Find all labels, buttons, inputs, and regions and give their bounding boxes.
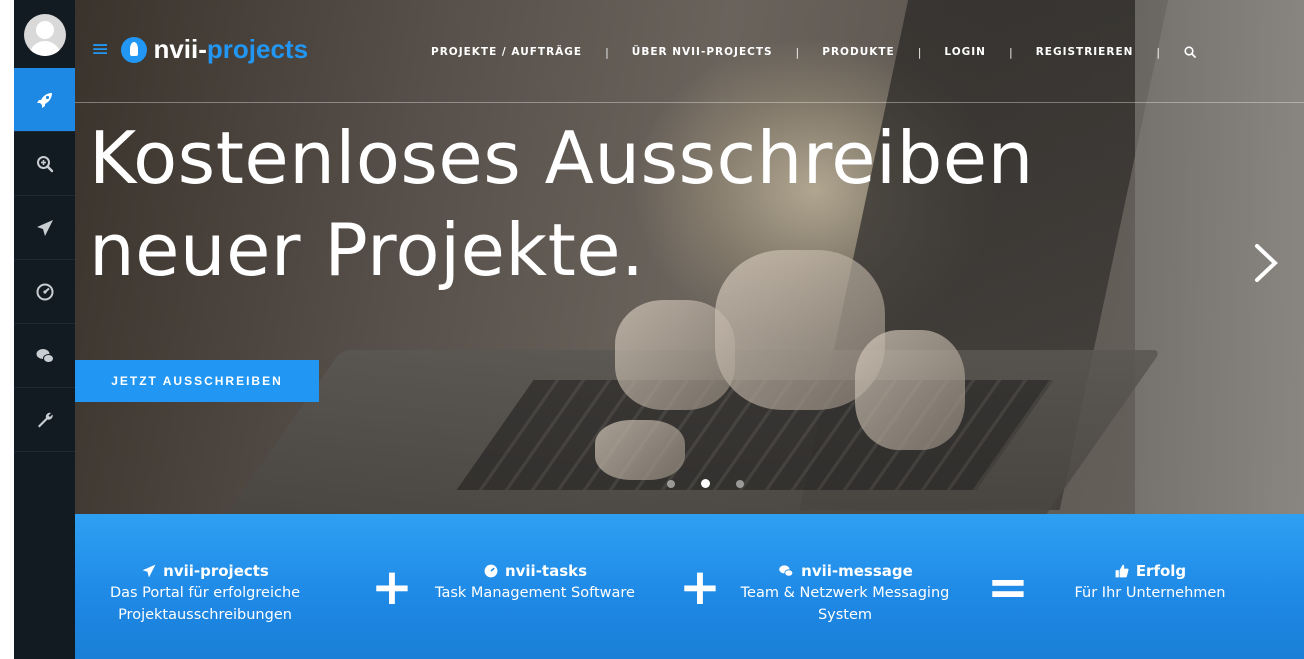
sidebar-item-send[interactable] (14, 196, 75, 260)
hero-headline: Kostenloses Ausschreiben neuer Projekte. (89, 112, 1034, 296)
nav-login[interactable]: LOGIN (944, 46, 986, 58)
sidebar-item-projects[interactable] (14, 68, 75, 132)
nav-products[interactable]: PRODUKTE (822, 46, 894, 58)
dashboard-icon (484, 564, 498, 578)
search-icon[interactable] (1183, 45, 1197, 59)
feature-tasks[interactable]: nvii-tasks Task Management Software (410, 562, 660, 604)
nav-projects[interactable]: PROJEKTE / AUFTRÄGE (431, 46, 582, 58)
headline-line-1: Kostenloses Ausschreiben (89, 116, 1034, 200)
headline-line-2: neuer Projekte. (89, 208, 645, 292)
feature-success[interactable]: Erfolg Für Ihr Unternehmen (1050, 562, 1250, 604)
menu-icon[interactable]: ≡ (91, 38, 109, 61)
sidebar-item-tools[interactable] (14, 388, 75, 452)
thumbs-up-icon (1115, 564, 1129, 578)
product-band: nvii-projects Das Portal für erfolgreich… (75, 514, 1304, 659)
slide-dot-2[interactable] (701, 479, 710, 488)
top-navigation: ≡ nvii- projects PROJEKTE / AUFTRÄGE | Ü… (75, 0, 1304, 103)
paper-plane-icon (36, 219, 53, 236)
chat-bubbles-icon (36, 348, 54, 363)
feature-message[interactable]: nvii-message Team & Netzwerk Messaging S… (715, 562, 975, 626)
logo-text-part2: projects (206, 34, 309, 64)
hero-slider: ≡ nvii- projects PROJEKTE / AUFTRÄGE | Ü… (75, 0, 1304, 514)
logo-text-part1: nvii- (153, 34, 207, 64)
rocket-logo-icon (121, 36, 148, 63)
chat-bubbles-icon (779, 565, 794, 577)
cta-button[interactable]: JETZT AUSSCHREIBEN (75, 360, 319, 402)
slide-dot-3[interactable] (736, 479, 744, 488)
nav-register[interactable]: REGISTRIEREN (1036, 46, 1134, 58)
brand-logo[interactable]: ≡ nvii- projects (91, 34, 308, 65)
user-avatar[interactable] (24, 14, 66, 56)
plus-operator: + (371, 558, 413, 616)
next-slide-arrow-icon[interactable] (1247, 238, 1287, 288)
slide-dot-1[interactable] (667, 479, 675, 488)
sidebar-item-messages[interactable] (14, 324, 75, 388)
nav-about[interactable]: ÜBER NVII-PROJECTS (632, 46, 773, 58)
sidebar-item-dashboard[interactable] (14, 260, 75, 324)
rocket-icon (36, 92, 52, 108)
wrench-icon (37, 412, 53, 427)
paper-plane-icon (142, 564, 156, 578)
dashboard-icon (36, 283, 53, 300)
feature-projects[interactable]: nvii-projects Das Portal für erfolgreich… (105, 562, 305, 626)
equals-operator: = (987, 558, 1029, 616)
main-nav: PROJEKTE / AUFTRÄGE | ÜBER NVII-PROJECTS… (431, 45, 1197, 59)
zoom-in-icon (36, 155, 53, 172)
left-sidebar (14, 0, 75, 659)
slider-dots (667, 479, 744, 488)
sidebar-item-search[interactable] (14, 132, 75, 196)
